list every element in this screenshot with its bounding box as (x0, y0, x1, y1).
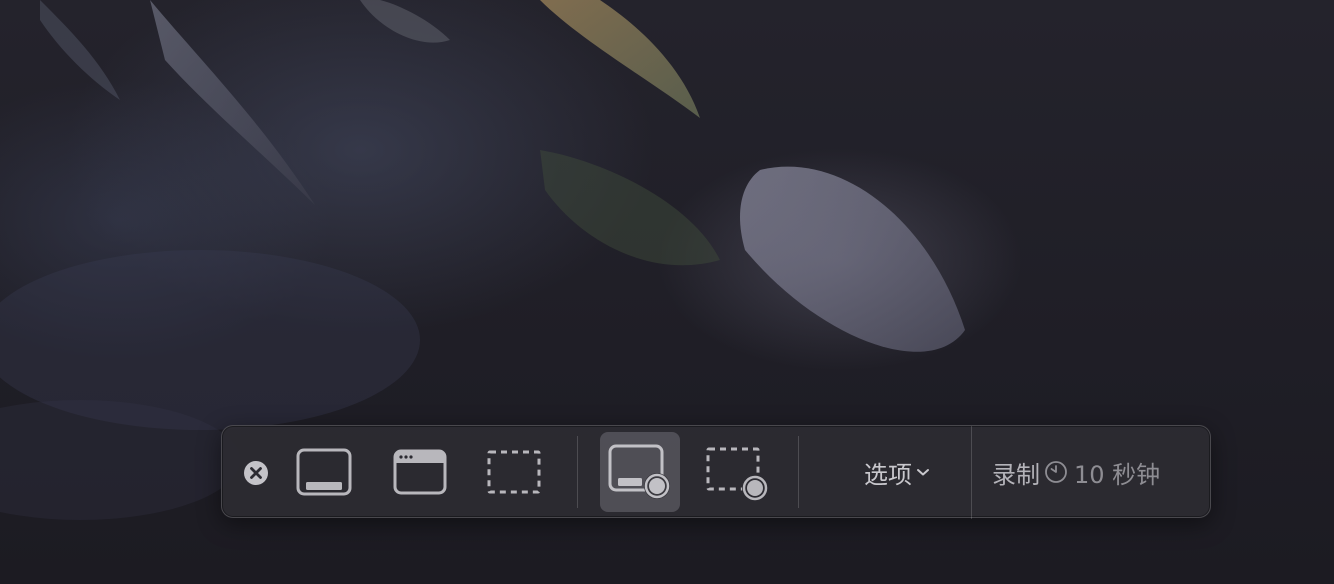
capture-window-button[interactable] (388, 444, 452, 500)
screenshot-toolbar: 选项 录制 10 秒钟 (221, 425, 1211, 519)
options-menu-button[interactable]: 选项 (822, 454, 972, 490)
chevron-down-icon (917, 469, 929, 476)
record-label: 录制 (992, 460, 1040, 489)
close-circle-icon (244, 461, 268, 485)
record-button[interactable]: 录制 10 秒钟 (992, 454, 1192, 490)
toolbar-divider (798, 436, 799, 508)
timer-icon (1045, 461, 1067, 483)
timer-delay-label: 10 秒钟 (1074, 460, 1161, 489)
dashed-selection-icon (487, 450, 541, 494)
toolbar-divider (577, 436, 578, 508)
close-button[interactable] (242, 459, 270, 487)
record-entire-screen-button[interactable] (600, 432, 680, 512)
toolbar-divider (971, 426, 972, 519)
capture-selection-button[interactable] (482, 444, 546, 500)
record-selection-button[interactable] (702, 444, 774, 504)
capture-entire-screen-button[interactable] (292, 444, 356, 500)
window-icon (393, 449, 447, 495)
options-label: 选项 (864, 460, 912, 489)
selection-record-icon (706, 447, 768, 501)
screen-icon (296, 448, 352, 496)
screen-record-icon (608, 444, 670, 499)
